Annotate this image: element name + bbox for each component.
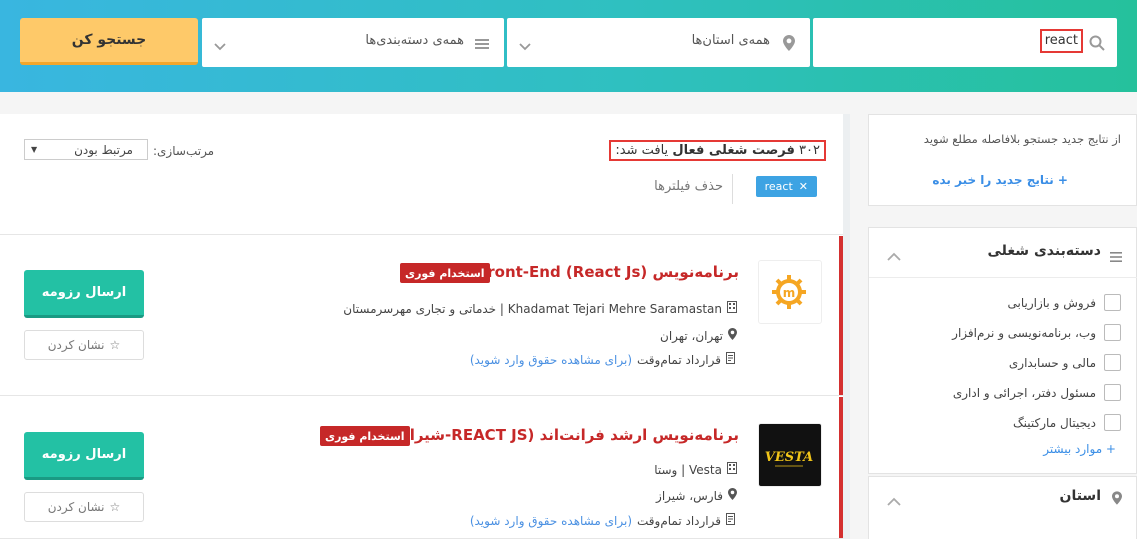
star-icon: ☆ [109, 338, 121, 352]
search-button[interactable]: جستجو کن [20, 18, 198, 65]
chevron-down-icon [214, 36, 226, 55]
province-label: همه‌ی استان‌ها [691, 33, 770, 48]
list-icon [475, 35, 489, 54]
contract-row: قرارداد تمام‌وقت (برای مشاهده حقوق وارد … [470, 513, 737, 528]
category-option[interactable]: مالی و حسابداری [1009, 354, 1121, 371]
sort-value: مرتبط بودن [74, 143, 133, 157]
category-option[interactable]: وب، برنامه‌نویسی و نرم‌افزار [952, 324, 1121, 341]
category-filter: دسته‌بندی شغلی فروش و بازاریابی وب، برنا… [868, 227, 1137, 474]
category-label: همه‌ی دسته‌بندی‌ها [365, 33, 464, 48]
results-scrollbar[interactable] [843, 114, 850, 539]
contract-row: قرارداد تمام‌وقت (برای مشاهده حقوق وارد … [470, 352, 737, 367]
divider [869, 277, 1137, 278]
urgent-badge: استخدام فوری [400, 263, 490, 283]
province-dropdown[interactable]: همه‌ی استان‌ها [507, 18, 810, 67]
category-option[interactable]: دیجیتال مارکتینگ [1013, 414, 1121, 431]
keyword-search-field[interactable]: react [813, 18, 1117, 67]
location-row: تهران، تهران [660, 328, 737, 343]
result-count: ۳۰۲ فرصت شغلی فعال یافت شد: [609, 140, 826, 161]
company-row: Vesta | وستا [654, 462, 737, 477]
category-dropdown[interactable]: همه‌ی دسته‌بندی‌ها [202, 18, 504, 67]
show-more-link[interactable]: + موارد بیشتر [1043, 442, 1116, 456]
contract-type: قرارداد تمام‌وقت [637, 513, 721, 528]
filter-chip-label: react [764, 180, 793, 193]
job-location: فارس، شیراز [656, 488, 723, 503]
category-option-label: مسئول دفتر، اجرائی و اداری [952, 385, 1096, 400]
checkbox[interactable] [1104, 354, 1121, 371]
company-name[interactable]: Khadamat Tejari Mehre Saramastan | خدمات… [343, 302, 722, 316]
chevron-up-icon[interactable] [887, 491, 901, 510]
search-input[interactable]: react [1039, 29, 1083, 53]
checkbox[interactable] [1104, 294, 1121, 311]
category-option-label: وب، برنامه‌نویسی و نرم‌افزار [952, 325, 1096, 340]
location-row: فارس، شیراز [656, 488, 737, 503]
search-header: react همه‌ی استان‌ها همه‌ی دسته‌بندی‌ها … [0, 0, 1137, 92]
send-resume-button[interactable]: ارسال رزومه [24, 270, 144, 318]
chevron-down-icon: ▼ [31, 145, 38, 154]
close-icon[interactable]: ✕ [799, 180, 808, 193]
category-option-label: دیجیتال مارکتینگ [1012, 415, 1096, 430]
category-filter-title: دسته‌بندی شغلی [987, 243, 1101, 259]
bookmark-button[interactable]: ☆ نشان کردن [24, 330, 144, 360]
contract-type: قرارداد تمام‌وقت [637, 352, 721, 367]
list-icon [1110, 247, 1122, 266]
location-pin-icon [728, 488, 737, 503]
result-count-number: ۳۰۲ [799, 143, 820, 158]
job-alert-box: از نتایج جدید جستجو بلافاصله مطلع شوید +… [868, 114, 1137, 206]
job-location: تهران، تهران [660, 328, 723, 343]
category-option[interactable]: مسئول دفتر، اجرائی و اداری [953, 384, 1121, 401]
province-filter-title: استان [1059, 488, 1102, 504]
contract-icon [726, 352, 737, 367]
alert-description: از نتایج جدید جستجو بلافاصله مطلع شوید [923, 132, 1121, 146]
contract-icon [726, 513, 737, 528]
clear-filters-link[interactable]: حذف فیلترها [654, 179, 723, 194]
company-logo[interactable]: m [758, 260, 822, 324]
checkbox[interactable] [1104, 324, 1121, 341]
location-pin-icon [783, 35, 795, 55]
job-card[interactable]: m برنامه‌نویس Front-End (React Js) استخد… [0, 236, 843, 396]
category-option-label: فروش و بازاریابی [1007, 295, 1096, 310]
sort-label: مرتب‌سازی: [153, 144, 215, 158]
company-row: Khadamat Tejari Mehre Saramastan | خدمات… [343, 301, 737, 316]
urgent-badge: استخدام فوری [320, 426, 410, 446]
checkbox[interactable] [1104, 414, 1121, 431]
divider [732, 174, 733, 204]
logo-text: m [783, 286, 796, 300]
filter-chip[interactable]: react ✕ [755, 176, 817, 197]
chevron-up-icon[interactable] [887, 246, 901, 265]
results-summary: ۳۰۲ فرصت شغلی فعال یافت شد: مرتب‌سازی: م… [0, 114, 843, 235]
search-icon [1089, 35, 1105, 55]
location-pin-icon [728, 328, 737, 343]
salary-login-link[interactable]: (برای مشاهده حقوق وارد شوید) [470, 353, 632, 367]
building-icon [727, 301, 737, 316]
building-icon [727, 462, 737, 477]
chevron-down-icon [519, 36, 531, 55]
category-option[interactable]: فروش و بازاریابی [1008, 294, 1121, 311]
category-option-label: مالی و حسابداری [1008, 355, 1096, 370]
job-accent-bar [839, 236, 843, 395]
star-icon: ☆ [109, 500, 121, 514]
company-name[interactable]: Vesta | وستا [654, 463, 722, 477]
location-pin-icon [1112, 490, 1122, 509]
create-alert-link[interactable]: + نتایج جدید را خبر بده [932, 173, 1068, 187]
result-count-suffix: یافت شد: [615, 143, 669, 158]
job-title[interactable]: برنامه‌نویس ارشد فرانت‌اند (REACT JS-شیر… [394, 426, 739, 444]
job-card[interactable]: VESTA برنامه‌نویس ارشد فرانت‌اند (REACT … [0, 397, 843, 539]
province-filter: استان [868, 476, 1137, 539]
salary-login-link[interactable]: (برای مشاهده حقوق وارد شوید) [470, 514, 632, 528]
logo-text: VESTA [765, 450, 813, 465]
checkbox[interactable] [1104, 384, 1121, 401]
job-accent-bar [839, 397, 843, 538]
bookmark-button[interactable]: ☆ نشان کردن [24, 492, 144, 522]
company-logo[interactable]: VESTA [758, 423, 822, 487]
job-title[interactable]: برنامه‌نویس Front-End (React Js) [478, 263, 739, 281]
bookmark-label: نشان کردن [47, 500, 105, 514]
bookmark-label: نشان کردن [47, 338, 105, 352]
sort-select[interactable]: مرتبط بودن ▼ [24, 139, 148, 160]
send-resume-button[interactable]: ارسال رزومه [24, 432, 144, 480]
result-count-bold: فرصت شغلی فعال [672, 143, 795, 158]
